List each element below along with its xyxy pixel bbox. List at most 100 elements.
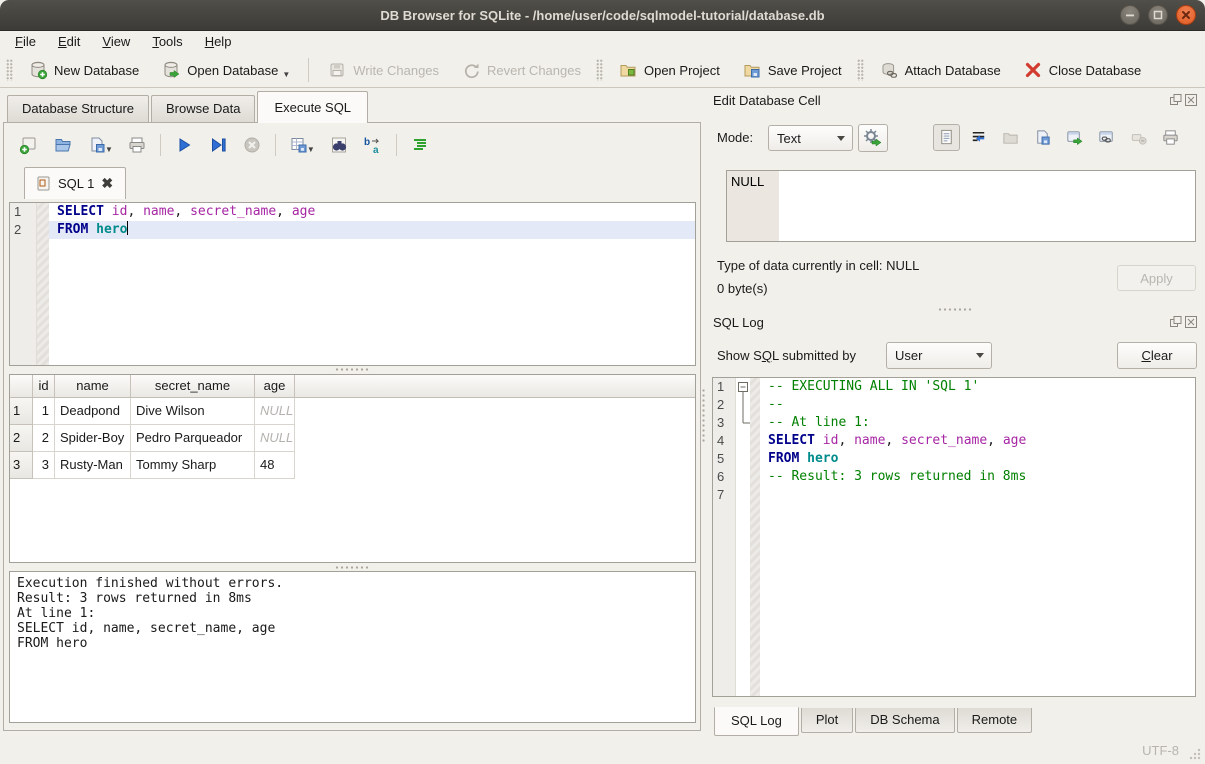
editor-results-splitter[interactable] [335,367,369,372]
cell-secret-name[interactable]: Tommy Sharp [131,452,255,479]
cell-import-button[interactable] [997,124,1024,151]
cell-link-button[interactable] [1093,124,1120,151]
close-panel-icon[interactable] [1185,316,1197,328]
menu-help[interactable]: Help [194,32,243,51]
editor-text-area[interactable]: SELECT id, name, secret_name, ageFROM he… [49,203,695,365]
cell-secret-name[interactable]: Pedro Parqueador [131,425,255,452]
format-sql-button[interactable] [403,132,437,158]
find-button[interactable] [322,132,356,158]
save-project-button[interactable]: Save Project [731,56,853,84]
write-changes-button[interactable]: Write Changes [316,56,450,84]
row-number[interactable]: 2 [10,425,33,452]
main-tab-bar: Database StructureBrowse DataExecute SQL [7,91,370,122]
column-header-name[interactable]: name [55,375,131,397]
menu-bar: FileEditViewToolsHelp [0,30,1205,53]
stop-execution-button[interactable] [235,132,269,158]
bottom-tab-db-schema[interactable]: DB Schema [855,708,954,733]
cell-name[interactable]: Deadpond [55,398,131,425]
close-panel-icon[interactable] [1185,94,1197,106]
print-sql-button[interactable] [120,132,154,158]
cell-value-editor[interactable]: NULL [726,170,1196,242]
menu-tools[interactable]: Tools [141,32,193,51]
cell-age[interactable]: 48 [255,452,295,479]
sql-file-tab[interactable]: SQL 1 ✖ [24,167,126,199]
tab-execute-sql[interactable]: Execute SQL [257,91,368,123]
open-database-button[interactable]: Open Database▼ [150,56,301,84]
bottom-tab-sql-log[interactable]: SQL Log [714,707,799,736]
execute-all-button[interactable] [167,132,201,158]
fold-collapse-icon[interactable] [736,378,750,396]
cell-set-null-button[interactable] [1125,124,1152,151]
open-sql-file-button[interactable] [46,132,80,158]
row-number[interactable]: 1 [10,398,33,425]
toolbar-separator [308,58,309,82]
cell-name[interactable]: Rusty-Man [55,452,131,479]
menu-view[interactable]: View [91,32,141,51]
resize-grip-icon[interactable] [1188,747,1201,760]
cell-log-splitter[interactable] [938,307,972,312]
results-grid[interactable]: idnamesecret_nameage11DeadpondDive Wilso… [9,374,696,563]
cell-word-wrap-icon [969,128,988,147]
cell-secret-name[interactable]: Dive Wilson [131,398,255,425]
cell-id[interactable]: 1 [33,398,55,425]
close-button[interactable] [1176,5,1196,25]
cell-print-button[interactable] [1157,124,1184,151]
cell-age[interactable]: NULL [255,398,295,425]
new-database-button[interactable]: New Database [17,56,150,84]
sql-editor[interactable]: 12SELECT id, name, secret_name, ageFROM … [9,202,696,366]
float-panel-icon[interactable] [1170,316,1182,328]
cell-text-mode-button[interactable] [933,124,960,151]
cell-word-wrap-button[interactable] [965,124,992,151]
row-number[interactable]: 3 [10,452,33,479]
cell-open-external-button[interactable] [1061,124,1088,151]
table-row[interactable]: 11DeadpondDive WilsonNULL [10,398,695,425]
column-header-id[interactable]: id [33,375,55,397]
title-bar[interactable]: DB Browser for SQLite - /home/user/code/… [0,0,1205,31]
column-header-secret-name[interactable]: secret_name [131,375,255,397]
tab-database-structure[interactable]: Database Structure [7,95,149,122]
open-project-button[interactable]: Open Project [607,56,731,84]
bottom-tab-remote[interactable]: Remote [957,708,1033,733]
cell-export-button[interactable] [1029,124,1056,151]
cell-name[interactable]: Spider-Boy [55,425,131,452]
toolbar-grip[interactable] [857,59,864,81]
tab-browse-data[interactable]: Browse Data [151,95,255,122]
minimize-button[interactable] [1120,5,1140,25]
find-replace-button[interactable]: ba [356,132,390,158]
float-panel-icon[interactable] [1170,94,1182,106]
toolbar-grip[interactable] [6,59,13,81]
panel-splitter[interactable] [701,388,706,444]
new-sql-tab-button[interactable] [12,132,46,158]
sql-tab-close-icon[interactable]: ✖ [101,175,113,192]
apply-button[interactable]: Apply [1117,265,1196,291]
clear-log-button[interactable]: Clear [1117,342,1197,369]
results-output-splitter[interactable] [335,565,369,570]
save-sql-file-button[interactable]: ▼ [80,132,120,158]
window-title: DB Browser for SQLite - /home/user/code/… [380,8,824,23]
log-line: -- At line 1: [760,414,1195,432]
open-database-icon [161,60,181,80]
cell-age[interactable]: NULL [255,425,295,452]
menu-file[interactable]: File [4,32,47,51]
menu-edit[interactable]: Edit [47,32,91,51]
close-database-button[interactable]: Close Database [1012,56,1153,84]
output-line: SELECT id, name, secret_name, age [17,621,688,636]
column-header-age[interactable]: age [255,375,295,397]
maximize-button[interactable] [1148,5,1168,25]
toolbar-grip[interactable] [596,59,603,81]
execute-current-line-button[interactable] [201,132,235,158]
table-row[interactable]: 22Spider-BoyPedro ParqueadorNULL [10,425,695,452]
log-line: FROM hero [760,450,1195,468]
attach-database-button[interactable]: Attach Database [868,56,1012,84]
save-results-button[interactable]: ▼ [282,132,322,158]
bottom-tab-plot[interactable]: Plot [801,708,853,733]
mode-select[interactable]: Text [768,125,853,151]
log-filter-select[interactable]: User [886,342,992,369]
cell-id[interactable]: 3 [33,452,55,479]
encoding-indicator: UTF-8 [1142,743,1179,758]
main-toolbar: New DatabaseOpen Database▼ Write ChangesR… [0,53,1205,88]
auto-mode-button[interactable] [858,124,888,152]
table-row[interactable]: 33Rusty-ManTommy Sharp48 [10,452,695,479]
cell-id[interactable]: 2 [33,425,55,452]
revert-changes-button[interactable]: Revert Changes [450,56,592,84]
